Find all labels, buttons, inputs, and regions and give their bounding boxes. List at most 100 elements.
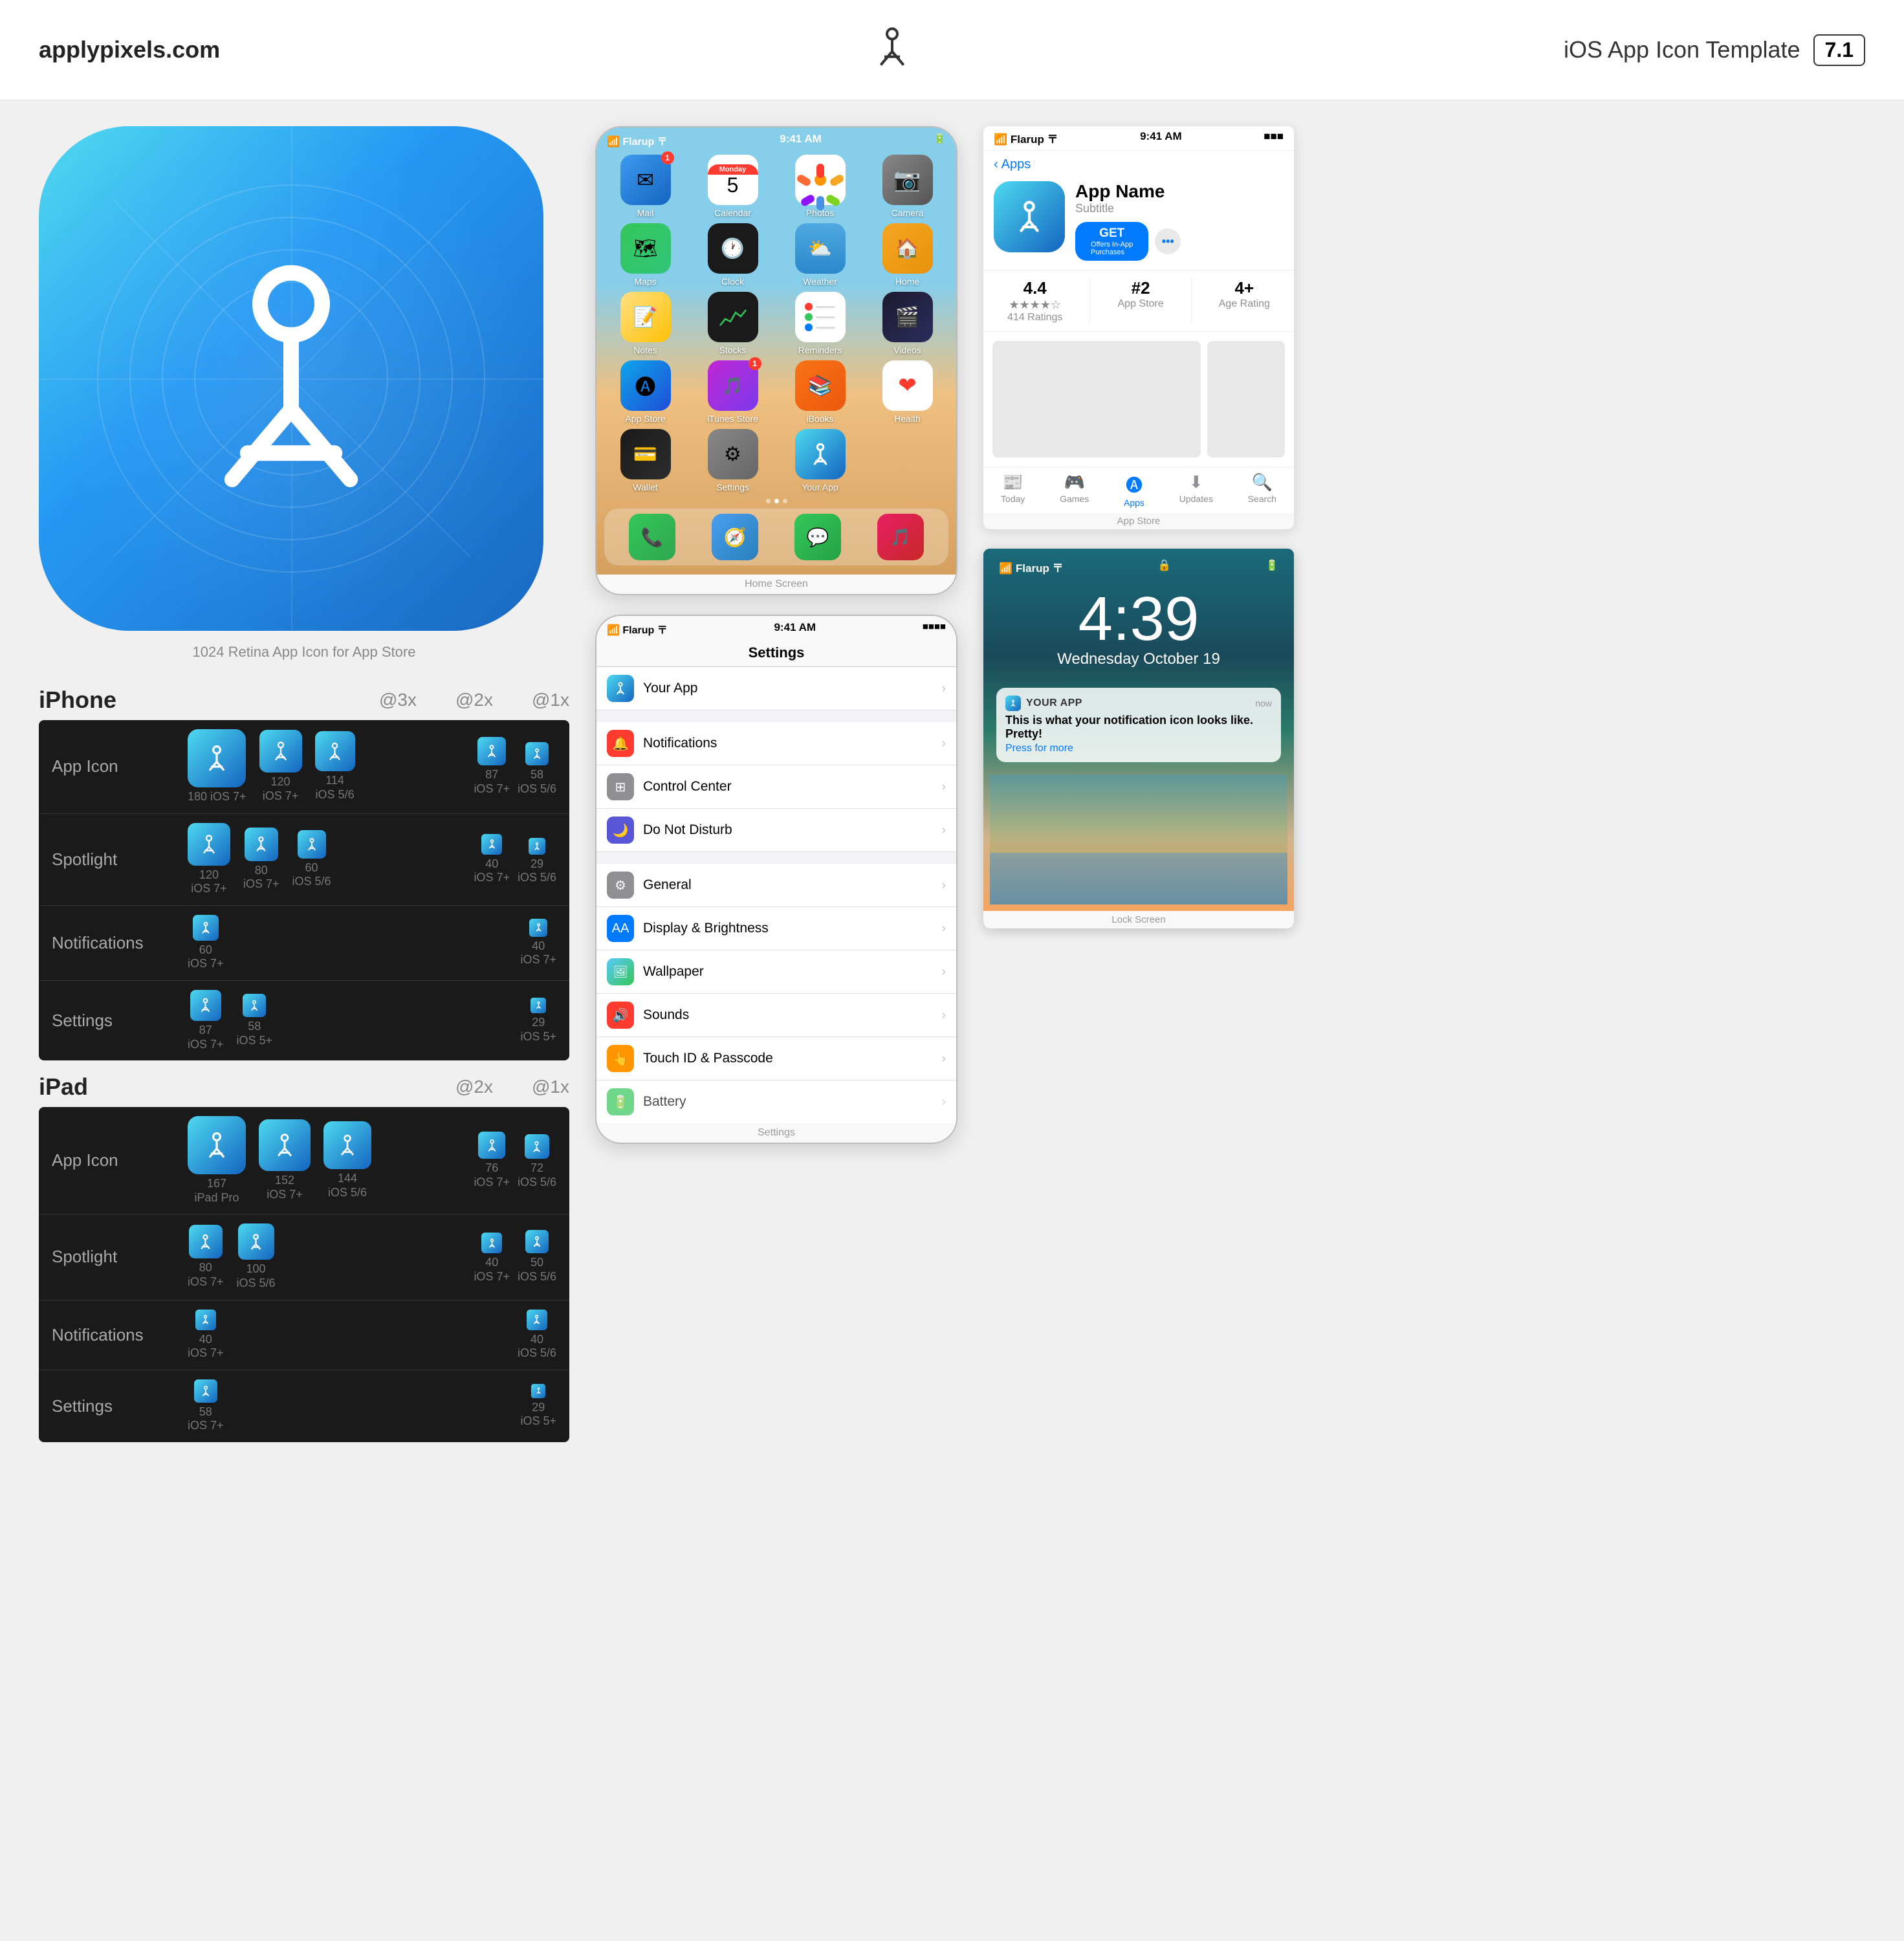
chevron-right-icon: › [941, 681, 946, 696]
settings-item-text: Sounds [643, 1007, 932, 1023]
lock-status-bar: 📶 Flarup 〒 🔒 🔋 [990, 555, 1287, 575]
list-item[interactable]: 📷 Camera [866, 155, 948, 218]
logo: applypixels.com [39, 36, 220, 63]
lock-screen-label: Lock Screen [983, 911, 1294, 928]
row-label: Notifications [52, 1325, 181, 1345]
settings-item-icon: 🌙 [607, 817, 634, 844]
icon-size-label: 87iOS 7+ [188, 1024, 224, 1051]
appstore-nav-apps[interactable]: 🅐 Apps [1124, 472, 1144, 508]
list-item[interactable]: 🏠 Home [866, 223, 948, 287]
list-item[interactable]: Monday 5 Calendar [692, 155, 774, 218]
settings-item[interactable]: 🌙 Do Not Disturb › [596, 809, 956, 852]
list-item[interactable]: Your App [779, 429, 861, 492]
icon-size-label: 152iOS 7+ [267, 1174, 303, 1201]
settings-item[interactable]: AA Display & Brightness › [596, 907, 956, 950]
list-item: 180 iOS 7+ [188, 729, 246, 804]
list-item[interactable]: 🅐 App Store [604, 360, 686, 424]
header: applypixels.com iOS App Icon Template 7.… [0, 0, 1904, 100]
icon-size-label: 40iOS 7+ [474, 857, 510, 885]
list-item[interactable]: ⚙ Settings [692, 429, 774, 492]
icon-size-label: 40iOS 7+ [188, 1333, 224, 1361]
settings-item[interactable]: 🔋 Battery › [596, 1080, 956, 1123]
icon-img [525, 1230, 549, 1253]
status-time: 9:41 AM [780, 133, 822, 148]
list-item[interactable]: Photos [779, 155, 861, 218]
dock-messages[interactable]: 💬 [794, 514, 841, 560]
settings-item-text: Your App [643, 681, 932, 696]
icon-size-label: 29iOS 5+ [520, 1016, 556, 1044]
appstore-nav-updates[interactable]: ⬇ Updates [1179, 472, 1213, 508]
dock-safari[interactable]: 🧭 [712, 514, 758, 560]
compass-icon [866, 19, 918, 80]
dot-active [774, 499, 779, 503]
list-item[interactable]: 🗺 Maps [604, 223, 686, 287]
list-item[interactable]: Stocks [692, 292, 774, 355]
row-icons: 80iOS 7+ 100iOS 5/6 [188, 1223, 556, 1290]
appstore-nav-games[interactable]: 🎮 Games [1060, 472, 1089, 508]
list-item[interactable]: 1 ✉ Mail [604, 155, 686, 218]
status-signal: 📶 Flarup 〒 [607, 133, 668, 148]
app-name: Clock [721, 276, 744, 287]
app-icon-reminders [795, 292, 846, 342]
settings-item[interactable]: 🖼 Wallpaper › [596, 950, 956, 994]
lock-icon: 🔒 [1157, 559, 1171, 575]
icon-img [525, 742, 549, 765]
list-item[interactable]: 🎬 Videos [866, 292, 948, 355]
app-icon-photos [795, 155, 846, 205]
iphone-section: iPhone @3x @2x @1x App Icon [39, 680, 569, 1060]
appstore-time: 9:41 AM [1140, 130, 1182, 146]
appstore-nav-today[interactable]: 📰 Today [1001, 472, 1025, 508]
icon-img [189, 1225, 223, 1258]
list-item[interactable]: Reminders [779, 292, 861, 355]
app-icon-videos: 🎬 [882, 292, 933, 342]
lock-notification: YOUR APP now This is what your notificat… [996, 688, 1281, 762]
appstore-back-btn[interactable]: Apps [1001, 157, 1031, 172]
settings-item[interactable]: 👆 Touch ID & Passcode › [596, 1037, 956, 1080]
list-item[interactable]: ❤ Health [866, 360, 948, 424]
list-item[interactable]: 🕐 Clock [692, 223, 774, 287]
settings-item-icon [607, 675, 634, 702]
settings-item[interactable]: ⊞ Control Center › [596, 765, 956, 809]
icon-size-label: 29iOS 5+ [520, 1401, 556, 1429]
updates-label: Updates [1179, 494, 1213, 504]
get-button[interactable]: GET Offers In-AppPurchases [1075, 222, 1148, 261]
list-item[interactable]: 📚 iBooks [779, 360, 861, 424]
iphone-table: App Icon 180 iOS 7+ 120iOS 7 [39, 720, 569, 1060]
updates-icon: ⬇ [1189, 472, 1203, 492]
table-row: Settings 58iOS 7+ [39, 1370, 569, 1442]
settings-item[interactable]: Your App › [596, 667, 956, 710]
appstore-nav-search[interactable]: 🔍 Search [1248, 472, 1276, 508]
list-item: 40iOS 7+ [188, 1310, 224, 1361]
appstore-app-name: App Name [1075, 181, 1284, 202]
list-item[interactable]: 📝 Notes [604, 292, 686, 355]
icon-img [323, 1121, 371, 1169]
list-item[interactable]: ⛅ Weather [779, 223, 861, 287]
list-item: 120iOS 7+ [259, 730, 302, 803]
settings-item[interactable]: ⚙ General › [596, 864, 956, 907]
list-item[interactable]: 1 🎵 iTunes Store [692, 360, 774, 424]
row-label: App Icon [52, 756, 181, 776]
age-value: 4+ [1219, 278, 1270, 298]
list-item: 40iOS 7+ [520, 919, 556, 967]
list-item[interactable]: 💳 Wallet [604, 429, 686, 492]
app-name: Calendar [714, 208, 751, 218]
screenshot-placeholder [992, 341, 1201, 457]
icon-img [527, 1310, 547, 1330]
icon-img [531, 998, 546, 1013]
dock-music[interactable]: 🎵 [877, 514, 924, 560]
page-indicator [596, 496, 956, 506]
dock-phone[interactable]: 📞 [629, 514, 675, 560]
table-row: Settings 87iOS 7+ 58iOS 5+ [39, 981, 569, 1060]
chevron-right-icon: › [941, 1051, 946, 1066]
icon-img [193, 915, 219, 941]
appstore-screenshots [983, 332, 1294, 466]
settings-item-icon: AA [607, 915, 634, 942]
settings-item[interactable]: 🔔 Notifications › [596, 722, 956, 765]
settings-item[interactable]: 🔊 Sounds › [596, 994, 956, 1037]
header-title: iOS App Icon Template [1564, 36, 1800, 63]
app-grid: 1 ✉ Mail Monday 5 Calendar [596, 151, 956, 496]
more-button[interactable]: ••• [1155, 228, 1181, 254]
app-name: Videos [893, 345, 921, 355]
icon-img [481, 1233, 502, 1253]
settings-screen-label: Settings [596, 1123, 956, 1143]
